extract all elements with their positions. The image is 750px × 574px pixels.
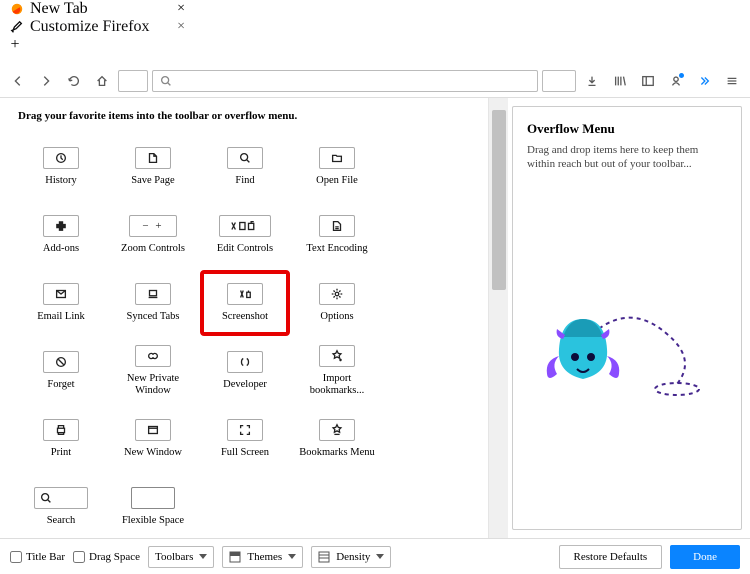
bottom-bar: Title Bar Drag Space Toolbars Themes Den… bbox=[0, 538, 750, 574]
themes-dropdown[interactable]: Themes bbox=[222, 546, 303, 568]
new-tab-button[interactable]: + bbox=[0, 36, 30, 54]
paintbrush-icon bbox=[10, 20, 24, 34]
item-bookmarks-menu[interactable]: Bookmarks Menu bbox=[294, 408, 380, 470]
tab-new-tab[interactable]: New Tab × bbox=[0, 0, 195, 18]
dragspace-checkbox[interactable]: Drag Space bbox=[73, 551, 140, 563]
options-icon bbox=[319, 283, 355, 305]
close-icon[interactable]: × bbox=[177, 1, 185, 17]
tab-label: New Tab bbox=[30, 0, 88, 18]
toolbars-dropdown[interactable]: Toolbars bbox=[148, 546, 214, 568]
maximize-button[interactable] bbox=[46, 54, 92, 64]
url-bar[interactable] bbox=[152, 70, 538, 92]
item-find[interactable]: Find bbox=[202, 136, 288, 198]
edit-controls-icon bbox=[219, 215, 271, 237]
new-window-icon bbox=[135, 419, 171, 441]
titlebar-checkbox[interactable]: Title Bar bbox=[10, 551, 65, 563]
item-print[interactable]: Print bbox=[18, 408, 104, 470]
synced-tabs-icon bbox=[135, 283, 171, 305]
item-forget[interactable]: Forget bbox=[18, 340, 104, 402]
zoom-controls-icon: − + bbox=[129, 215, 177, 237]
url-slot-placeholder-right[interactable] bbox=[542, 70, 576, 92]
item-options[interactable]: Options bbox=[294, 272, 380, 334]
restore-defaults-button[interactable]: Restore Defaults bbox=[559, 545, 663, 569]
window-close-button[interactable] bbox=[92, 54, 138, 64]
history-icon bbox=[43, 147, 79, 169]
find-icon bbox=[227, 147, 263, 169]
import-bookmarks-icon bbox=[319, 345, 355, 367]
menu-button[interactable] bbox=[720, 69, 744, 93]
bookmarks-menu-icon bbox=[319, 419, 355, 441]
item-save-page[interactable]: Save Page bbox=[110, 136, 196, 198]
back-button[interactable] bbox=[6, 69, 30, 93]
titlebar: New Tab × Customize Firefox × + bbox=[0, 0, 750, 64]
search-widget-icon bbox=[34, 487, 88, 509]
overflow-description: Drag and drop items here to keep them wi… bbox=[527, 143, 727, 172]
item-new-private-window[interactable]: New Private Window bbox=[110, 340, 196, 402]
tab-customize-firefox[interactable]: Customize Firefox × bbox=[0, 18, 195, 36]
private-window-icon bbox=[135, 345, 171, 367]
scrollbar-thumb[interactable] bbox=[492, 110, 506, 290]
full-screen-icon bbox=[227, 419, 263, 441]
chevron-down-icon bbox=[199, 554, 207, 559]
downloads-button[interactable] bbox=[580, 69, 604, 93]
item-full-screen[interactable]: Full Screen bbox=[202, 408, 288, 470]
email-link-icon bbox=[43, 283, 79, 305]
addons-icon bbox=[43, 215, 79, 237]
item-screenshot[interactable]: Screenshot bbox=[202, 272, 288, 334]
scrollbar[interactable] bbox=[488, 98, 508, 538]
tab-label: Customize Firefox bbox=[30, 18, 150, 36]
url-slot-placeholder[interactable] bbox=[118, 70, 148, 92]
search-icon bbox=[159, 74, 173, 88]
item-email-link[interactable]: Email Link bbox=[18, 272, 104, 334]
item-addons[interactable]: Add-ons bbox=[18, 204, 104, 266]
save-page-icon bbox=[135, 147, 171, 169]
nav-toolbar bbox=[0, 64, 750, 98]
density-icon bbox=[318, 551, 330, 563]
instruction-text: Drag your favorite items into the toolba… bbox=[18, 110, 480, 122]
overflow-button[interactable] bbox=[692, 69, 716, 93]
flexible-space-icon bbox=[131, 487, 175, 509]
minimize-button[interactable] bbox=[0, 54, 46, 64]
item-open-file[interactable]: Open File bbox=[294, 136, 380, 198]
firefox-icon bbox=[10, 2, 24, 16]
open-file-icon bbox=[319, 147, 355, 169]
window-controls bbox=[0, 54, 750, 64]
item-edit-controls[interactable]: Edit Controls bbox=[202, 204, 288, 266]
item-developer[interactable]: Developer bbox=[202, 340, 288, 402]
item-zoom-controls[interactable]: − +Zoom Controls bbox=[110, 204, 196, 266]
account-button[interactable] bbox=[664, 69, 688, 93]
forget-icon bbox=[43, 351, 79, 373]
chevron-down-icon bbox=[376, 554, 384, 559]
sidebar-button[interactable] bbox=[636, 69, 660, 93]
text-encoding-icon bbox=[319, 215, 355, 237]
library-button[interactable] bbox=[608, 69, 632, 93]
developer-icon bbox=[227, 351, 263, 373]
item-import-bookmarks[interactable]: Import bookmarks... bbox=[294, 340, 380, 402]
forward-button[interactable] bbox=[34, 69, 58, 93]
item-search[interactable]: Search bbox=[18, 476, 104, 538]
item-text-encoding[interactable]: Text Encoding bbox=[294, 204, 380, 266]
themes-icon bbox=[229, 551, 241, 563]
screenshot-icon bbox=[227, 283, 263, 305]
overflow-menu-panel[interactable]: Overflow Menu Drag and drop items here t… bbox=[512, 106, 742, 530]
customize-main: Drag your favorite items into the toolba… bbox=[0, 98, 750, 538]
done-button[interactable]: Done bbox=[670, 545, 740, 569]
density-dropdown[interactable]: Density bbox=[311, 546, 391, 568]
reload-button[interactable] bbox=[62, 69, 86, 93]
item-flexible-space[interactable]: Flexible Space bbox=[110, 476, 196, 538]
home-button[interactable] bbox=[90, 69, 114, 93]
overflow-illustration bbox=[527, 180, 727, 519]
chevron-down-icon bbox=[288, 554, 296, 559]
item-synced-tabs[interactable]: Synced Tabs bbox=[110, 272, 196, 334]
items-grid: History Save Page Find Open File Add-ons… bbox=[18, 136, 480, 538]
overflow-title: Overflow Menu bbox=[527, 121, 727, 137]
print-icon bbox=[43, 419, 79, 441]
available-items-panel: Drag your favorite items into the toolba… bbox=[0, 98, 488, 538]
close-icon[interactable]: × bbox=[177, 19, 185, 35]
item-new-window[interactable]: New Window bbox=[110, 408, 196, 470]
item-history[interactable]: History bbox=[18, 136, 104, 198]
